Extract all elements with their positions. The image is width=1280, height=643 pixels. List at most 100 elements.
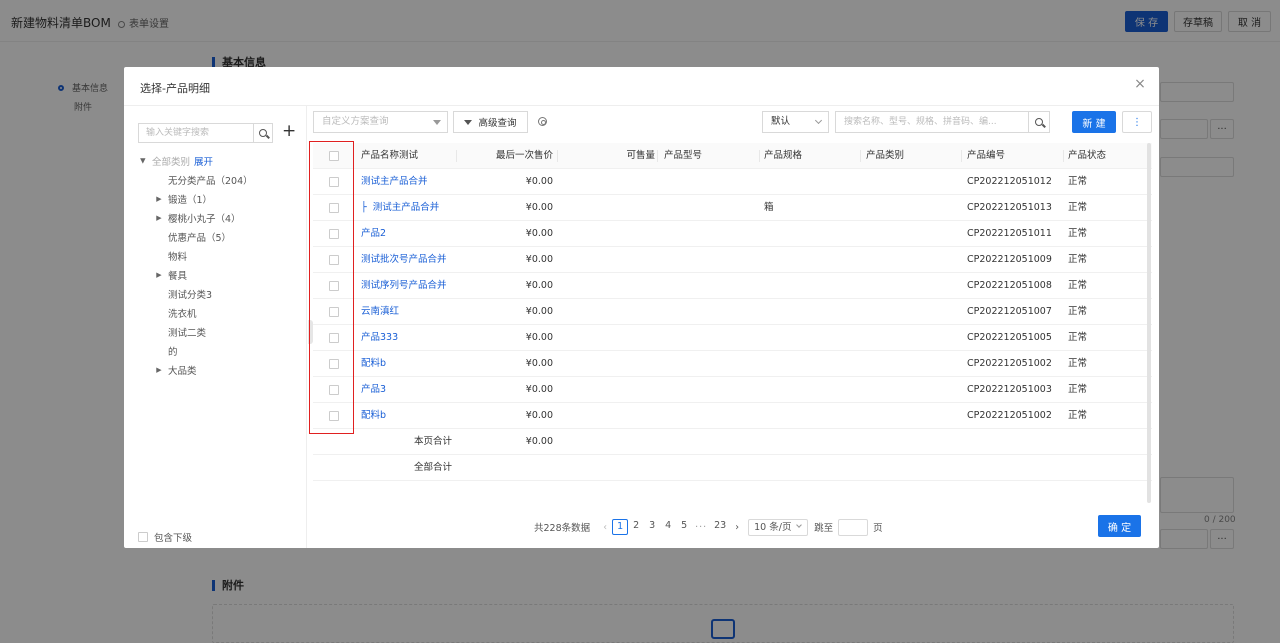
product-name-link[interactable]: ├ 测试主产品合并 — [361, 195, 456, 221]
expand-all-link[interactable]: 展开 — [194, 154, 213, 168]
pagination-ellipsis[interactable]: ··· — [692, 522, 710, 533]
row-checkbox[interactable] — [329, 169, 341, 195]
product-name[interactable]: 产品2 — [361, 228, 386, 239]
table-row[interactable]: 配料b ¥0.00 CP202212051002 正常 — [313, 403, 1152, 429]
page-number[interactable]: 3 — [644, 519, 660, 535]
table-scrollbar[interactable] — [1147, 143, 1151, 503]
category-search-button[interactable] — [253, 123, 273, 143]
row-checkbox[interactable] — [329, 325, 341, 351]
checkbox[interactable] — [329, 358, 339, 369]
product-name[interactable]: 配料b — [361, 410, 386, 421]
sort-select[interactable]: 默认 — [762, 111, 829, 133]
prev-page-icon[interactable]: ‹ — [598, 522, 612, 533]
tree-node[interactable]: 测试分类3 — [138, 284, 303, 303]
product-name[interactable]: 测试主产品合并 — [373, 202, 440, 213]
product-name-link[interactable]: 云南滇红 — [361, 299, 456, 325]
product-name[interactable]: 配料b — [361, 358, 386, 369]
product-name-link[interactable]: 产品333 — [361, 325, 456, 351]
advanced-query-button[interactable]: 高级查询 — [453, 111, 528, 133]
checkbox[interactable] — [138, 532, 148, 542]
caret-right-icon[interactable]: ▶ — [154, 271, 164, 279]
page-number[interactable]: 1 — [612, 519, 629, 535]
checkbox[interactable] — [329, 410, 339, 421]
checkbox[interactable] — [329, 384, 339, 395]
column-header[interactable]: 最后一次售价 — [463, 143, 553, 169]
product-name[interactable]: 测试序列号产品合并 — [361, 280, 447, 291]
product-search-input[interactable]: 搜索名称、型号、规格、拼音码、编... — [835, 111, 1029, 133]
checkbox[interactable] — [329, 280, 339, 291]
table-row[interactable]: ├ 测试主产品合并 ¥0.00 箱 CP202212051013 正常 — [313, 195, 1152, 221]
tree-node[interactable]: ▶ 锻造（1） — [138, 189, 303, 208]
product-name[interactable]: 测试主产品合并 — [361, 176, 428, 187]
tree-node[interactable]: ▶ 樱桃小丸子（4） — [138, 208, 303, 227]
checkbox[interactable] — [329, 254, 339, 265]
new-product-button[interactable]: 新 建 — [1072, 111, 1116, 133]
confirm-button[interactable]: 确 定 — [1098, 515, 1141, 537]
product-name-link[interactable]: 测试批次号产品合并 — [361, 247, 456, 273]
tree-node[interactable]: 测试二类 — [138, 322, 303, 341]
product-name[interactable]: 产品333 — [361, 332, 398, 343]
page-size-select[interactable]: 10 条/页 — [748, 518, 809, 536]
tree-node[interactable]: 物料 — [138, 246, 303, 265]
table-row[interactable]: 产品3 ¥0.00 CP202212051003 正常 — [313, 377, 1152, 403]
product-name-link[interactable]: 测试主产品合并 — [361, 169, 456, 195]
include-sub-checkbox[interactable]: 包含下级 — [138, 530, 192, 544]
goto-page-input[interactable] — [838, 518, 869, 536]
caret-right-icon[interactable]: ▶ — [154, 214, 164, 222]
row-checkbox[interactable] — [329, 195, 341, 221]
next-page-icon[interactable]: › — [730, 522, 744, 533]
column-header[interactable]: 产品名称测试 — [361, 143, 451, 169]
checkbox[interactable] — [329, 176, 339, 187]
row-checkbox[interactable] — [329, 377, 341, 403]
column-header[interactable]: 产品状态 — [1068, 143, 1138, 169]
settings-icon[interactable] — [538, 117, 547, 126]
add-category-icon[interactable]: + — [282, 121, 296, 141]
product-name-link[interactable]: 产品2 — [361, 221, 456, 247]
table-row[interactable]: 测试批次号产品合并 ¥0.00 CP202212051009 正常 — [313, 247, 1152, 273]
product-name-link[interactable]: 配料b — [361, 351, 456, 377]
table-row[interactable]: 云南滇红 ¥0.00 CP202212051007 正常 — [313, 299, 1152, 325]
caret-right-icon[interactable]: ▶ — [139, 156, 147, 166]
page-number[interactable]: 2 — [628, 519, 644, 535]
row-checkbox[interactable] — [329, 273, 341, 299]
product-name-link[interactable]: 测试序列号产品合并 — [361, 273, 456, 299]
column-header[interactable]: 可售量 — [563, 143, 655, 169]
tree-node[interactable]: 的 — [138, 341, 303, 360]
product-name[interactable]: 测试批次号产品合并 — [361, 254, 447, 265]
row-checkbox[interactable] — [329, 221, 341, 247]
row-checkbox[interactable] — [329, 247, 341, 273]
row-checkbox[interactable] — [329, 299, 341, 325]
more-actions-button[interactable]: ⋮ — [1122, 111, 1152, 133]
tree-node[interactable]: 洗衣机 — [138, 303, 303, 322]
table-row[interactable]: 产品333 ¥0.00 CP202212051005 正常 — [313, 325, 1152, 351]
row-checkbox[interactable] — [329, 403, 341, 429]
checkbox[interactable] — [329, 150, 339, 161]
checkbox[interactable] — [329, 332, 339, 343]
table-row[interactable]: 测试主产品合并 ¥0.00 CP202212051012 正常 — [313, 169, 1152, 195]
row-checkbox[interactable] — [329, 351, 341, 377]
checkbox[interactable] — [329, 306, 339, 317]
tree-node[interactable]: 优惠产品（5） — [138, 227, 303, 246]
product-name-link[interactable]: 配料b — [361, 403, 456, 429]
checkbox[interactable] — [329, 228, 339, 239]
product-name[interactable]: 产品3 — [361, 384, 386, 395]
page-number[interactable]: 23 — [710, 519, 730, 535]
column-header[interactable]: 产品规格 — [764, 143, 854, 169]
column-header[interactable]: 产品型号 — [664, 143, 754, 169]
column-header[interactable]: 产品编号 — [967, 143, 1062, 169]
tree-node[interactable]: ▶ 大品类 — [138, 360, 303, 379]
table-row[interactable]: 配料b ¥0.00 CP202212051002 正常 — [313, 351, 1152, 377]
close-icon[interactable]: × — [1131, 75, 1149, 93]
column-header[interactable]: 产品类别 — [866, 143, 956, 169]
tree-node[interactable]: ▶ 餐具 — [138, 265, 303, 284]
table-row[interactable]: 产品2 ¥0.00 CP202212051011 正常 — [313, 221, 1152, 247]
select-all-checkbox[interactable] — [329, 143, 341, 169]
checkbox[interactable] — [329, 202, 339, 213]
product-name[interactable]: 云南滇红 — [361, 306, 399, 317]
table-row[interactable]: 测试序列号产品合并 ¥0.00 CP202212051008 正常 — [313, 273, 1152, 299]
page-number[interactable]: 4 — [660, 519, 676, 535]
page-number[interactable]: 5 — [676, 519, 692, 535]
caret-right-icon[interactable]: ▶ — [154, 195, 164, 203]
product-name-link[interactable]: 产品3 — [361, 377, 456, 403]
product-search-button[interactable] — [1028, 111, 1050, 133]
